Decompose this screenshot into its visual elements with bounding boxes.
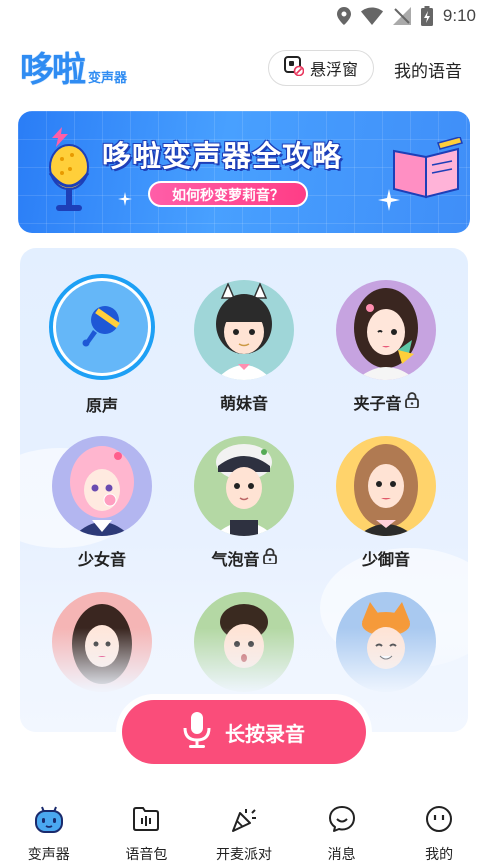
voice-option-young-royal[interactable]: 少御音 [326,436,446,570]
voice-option-young-girl[interactable]: 少女音 [42,436,162,570]
banner-title: 哆啦变声器全攻略 [102,139,343,173]
party-icon [229,804,259,834]
bottom-navigation: 变声器 语音包 开麦派对 消息 我的 [0,798,488,867]
avatar [56,281,148,373]
voice-label: 原声 [86,392,118,416]
nav-voice-changer[interactable]: 变声器 [0,798,98,867]
voice-label: 少女音 [78,546,126,570]
selected-ring [49,274,155,380]
app-screen: 9:10 哆啦 变声器 悬浮窗 我的语音 哆啦变声器全攻略 如何秒变萝莉音？ 原… [0,0,488,867]
nav-profile[interactable]: 我的 [390,798,488,867]
lightning-icon [52,127,68,151]
avatar [336,280,436,380]
avatar [336,436,436,536]
clock-time: 9:10 [442,6,476,25]
voice-option-clip-voice[interactable]: 夹子音 [326,280,446,414]
nav-label: 变声器 [27,847,70,863]
face-icon [424,804,454,834]
voice-option-bubble-voice[interactable]: 气泡音 [184,436,304,570]
voice-label: 气泡音 [211,546,277,570]
nav-label: 开麦派对 [215,847,272,863]
microphone-icon [77,300,127,354]
nav-label: 消息 [327,847,356,863]
nav-messages[interactable]: 消息 [293,798,391,867]
no-signal-icon [392,7,411,25]
banner-subtitle: 如何秒变萝莉音？ [148,181,308,207]
guide-banner[interactable]: 哆啦变声器全攻略 如何秒变萝莉音？ [18,111,470,233]
battery-icon [420,6,433,26]
avatar [194,280,294,380]
voice-name: 少女音 [77,550,126,569]
lock-icon [262,548,277,568]
avatar [52,436,152,536]
my-voice-link[interactable]: 我的语音 [394,57,462,82]
nav-label: 语音包 [125,847,168,863]
voice-label: 夹子音 [353,390,419,414]
voice-label: 萌妹音 [220,390,268,414]
float-window-button[interactable]: 悬浮窗 [268,50,374,86]
record-button-label: 长按录音 [225,721,305,746]
logo-subtitle: 变声器 [88,71,128,86]
microphone-icon [183,712,211,752]
sparkle-small-icon [118,191,132,210]
voice-name: 萌妹音 [219,394,268,413]
lock-icon [404,392,419,412]
wifi-icon [360,7,383,25]
robot-icon [34,804,64,834]
logo-text: 哆啦 [20,50,86,90]
chat-icon [327,804,357,834]
location-icon [336,7,351,25]
hold-to-record-button[interactable]: 长按录音 [122,700,366,764]
voice-name: 气泡音 [211,550,260,569]
voice-name: 原声 [85,396,118,415]
book-illustration-icon [390,136,464,205]
nav-voice-pack[interactable]: 语音包 [98,798,196,867]
app-logo: 哆啦 变声器 [20,52,127,88]
voice-name: 夹子音 [353,394,402,413]
nav-label: 我的 [425,847,454,863]
status-bar: 9:10 [0,0,488,32]
voice-label: 少御音 [362,546,410,570]
voice-selection-panel: 原声 萌妹音 夹子音 少女音 气泡音 少御音 [20,248,468,732]
app-header: 哆啦 变声器 悬浮窗 我的语音 [0,48,488,92]
microphone-illustration-icon [40,139,98,223]
nav-party[interactable]: 开麦派对 [195,798,293,867]
float-window-label: 悬浮窗 [309,60,358,79]
voice-name: 少御音 [361,550,410,569]
voice-option-cute-girl[interactable]: 萌妹音 [184,280,304,414]
avatar [194,436,294,536]
voice-option-original[interactable]: 原声 [42,274,162,416]
folder-voice-icon [131,804,161,834]
float-window-icon [283,56,305,80]
